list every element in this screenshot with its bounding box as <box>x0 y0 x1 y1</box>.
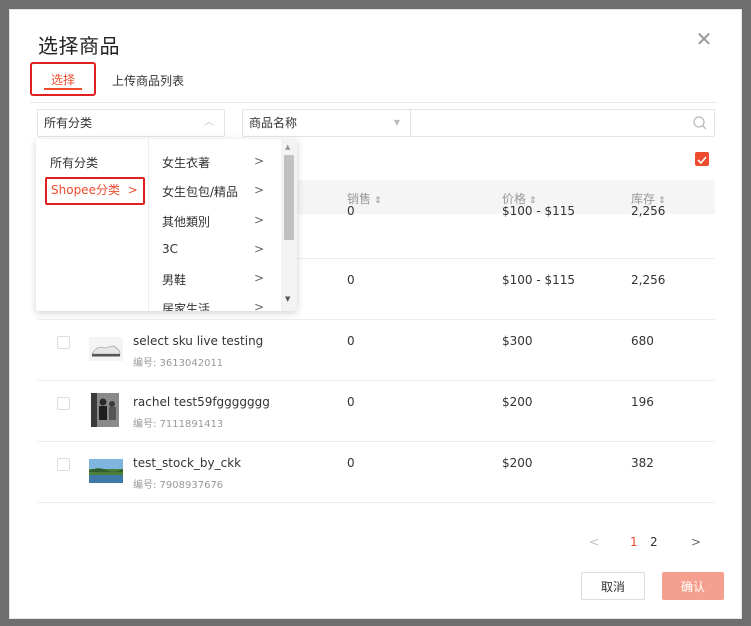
chevron-right-icon: > <box>253 183 264 197</box>
cascader-item-label: 居家生活 <box>162 302 211 311</box>
row-price: $200 <box>502 456 533 470</box>
row-stock: 382 <box>631 456 654 470</box>
pagination-page-2[interactable]: 2 <box>650 535 658 549</box>
category-select-value: 所有分类 <box>44 116 93 130</box>
category-cascader-dropdown: 所有分类 Shopee分类 > 女生衣著 > 女生包包/精品 > 其他類別 > 3C >… <box>36 139 297 311</box>
row-sales: 0 <box>347 456 355 470</box>
select-all-checkbox[interactable] <box>695 152 709 166</box>
pagination-prev[interactable]: < <box>589 535 599 549</box>
pagination-page-1[interactable]: 1 <box>630 535 638 549</box>
row-price: $100 - $115 <box>502 206 576 218</box>
sort-icon: ⇕ <box>658 196 666 206</box>
cascader-level-1: 所有分类 Shopee分类 > <box>36 139 149 311</box>
cascader-level-2: 女生衣著 > 女生包包/精品 > 其他類別 > 3C > 男鞋 > 居家生活 > <box>149 139 281 311</box>
cascader-item-shopee-label: Shopee分类 <box>51 183 120 197</box>
check-icon <box>697 156 707 165</box>
product-thumbnail-people <box>91 393 119 427</box>
category-select[interactable]: 所有分类 ︿ <box>37 109 225 137</box>
chevron-right-icon: > <box>253 242 264 256</box>
scroll-down-icon[interactable]: ▼ <box>285 295 290 303</box>
pagination-next[interactable]: > <box>691 535 701 549</box>
row-sales: 0 <box>347 334 355 348</box>
scroll-up-icon[interactable]: ▲ <box>285 143 290 151</box>
confirm-button[interactable]: 确认 <box>662 572 724 600</box>
row-stock: 2,256 <box>631 206 666 218</box>
sort-icon: ⇕ <box>374 196 382 206</box>
header-stock[interactable]: 库存 ⇕ <box>631 190 666 207</box>
row-product-sku: 编号: 3613042011 <box>133 358 224 369</box>
row-stock: 680 <box>631 334 654 348</box>
tab-upload-product-list[interactable]: 上传商品列表 <box>112 72 184 89</box>
cascader-item-all[interactable]: 所有分类 <box>50 154 98 171</box>
row-product-sku: 编号: 7111891413 <box>133 419 224 430</box>
chevron-right-icon: > <box>127 183 138 197</box>
row-checkbox[interactable] <box>57 458 70 471</box>
row-product-sku: 编号: 7908937676 <box>133 480 224 491</box>
row-checkbox[interactable] <box>57 336 70 349</box>
chevron-right-icon: > <box>253 300 264 311</box>
row-stock: 196 <box>631 395 654 409</box>
scrollbar-thumb[interactable] <box>284 155 294 240</box>
active-tab-indicator <box>44 88 82 90</box>
chevron-right-icon: > <box>253 271 264 285</box>
cascader-item-label: 男鞋 <box>162 273 187 287</box>
row-product-name: test_stock_by_ckk <box>133 456 242 470</box>
dropdown-scrollbar[interactable]: ▲ ▼ <box>281 139 297 311</box>
header-sales[interactable]: 销售 ⇕ <box>347 190 382 207</box>
product-thumbnail-landscape <box>89 459 123 483</box>
search-input[interactable] <box>413 112 687 136</box>
header-sales-label: 销售 <box>347 192 372 206</box>
row-sales: 0 <box>347 395 355 409</box>
row-price: $100 - $115 <box>502 273 576 287</box>
table-row: select sku live testing 编号: 3613042011 0… <box>37 320 715 381</box>
cancel-button[interactable]: 取消 <box>581 572 645 600</box>
row-stock: 2,256 <box>631 273 666 287</box>
search-group: 商品名称 ▼ <box>242 109 715 137</box>
chevron-right-icon: > <box>253 154 264 168</box>
chevron-right-icon: > <box>253 213 264 227</box>
select-product-modal: 选择商品 ✕ 选择 上传商品列表 所有分类 ︿ 商品名称 ▼ 销售 ⇕ 价格 ⇕ 库… <box>9 9 742 619</box>
search-type-value: 商品名称 <box>249 116 298 130</box>
tab-bar: 选择 上传商品列表 <box>30 62 717 103</box>
cascader-item-shopee[interactable]: Shopee分类 > <box>45 177 145 205</box>
cascader-item[interactable]: 其他類別 > <box>162 213 274 230</box>
modal-title: 选择商品 <box>38 34 120 58</box>
cascader-item-label: 其他類別 <box>162 215 211 229</box>
chevron-up-icon: ︿ <box>204 117 214 128</box>
caret-down-icon: ▼ <box>393 118 400 127</box>
table-row: rachel test59fggggggg 编号: 7111891413 0 $… <box>37 381 715 442</box>
search-type-select[interactable]: 商品名称 ▼ <box>243 110 411 136</box>
table-row: test_stock_by_ckk 编号: 7908937676 0 $200 … <box>37 442 715 503</box>
row-price: $200 <box>502 395 533 409</box>
cascader-item[interactable]: 3C > <box>162 242 274 256</box>
row-product-name: select sku live testing <box>133 334 264 348</box>
product-thumbnail-shoe <box>89 337 123 361</box>
header-price[interactable]: 价格 ⇕ <box>502 190 537 207</box>
cascader-item[interactable]: 女生衣著 > <box>162 154 274 171</box>
cascader-item-label: 女生衣著 <box>162 156 211 170</box>
tab-select-label: 选择 <box>50 72 75 87</box>
cascader-item-label: 女生包包/精品 <box>162 185 239 199</box>
cascader-item[interactable]: 女生包包/精品 > <box>162 183 274 200</box>
cascader-item[interactable]: 男鞋 > <box>162 271 274 288</box>
row-sales: 0 <box>347 273 355 287</box>
sort-icon: ⇕ <box>529 196 537 206</box>
row-checkbox[interactable] <box>57 397 70 410</box>
tab-select[interactable]: 选择 <box>30 62 96 96</box>
header-stock-label: 库存 <box>631 192 656 206</box>
cascader-item[interactable]: 居家生活 > <box>162 300 274 311</box>
search-icon[interactable] <box>692 115 708 131</box>
cascader-item-label: 3C <box>162 242 179 256</box>
header-price-label: 价格 <box>502 192 527 206</box>
row-product-name: rachel test59fggggggg <box>133 395 270 409</box>
close-icon[interactable]: ✕ <box>695 29 713 49</box>
row-sales: 0 <box>347 206 355 218</box>
row-price: $300 <box>502 334 533 348</box>
